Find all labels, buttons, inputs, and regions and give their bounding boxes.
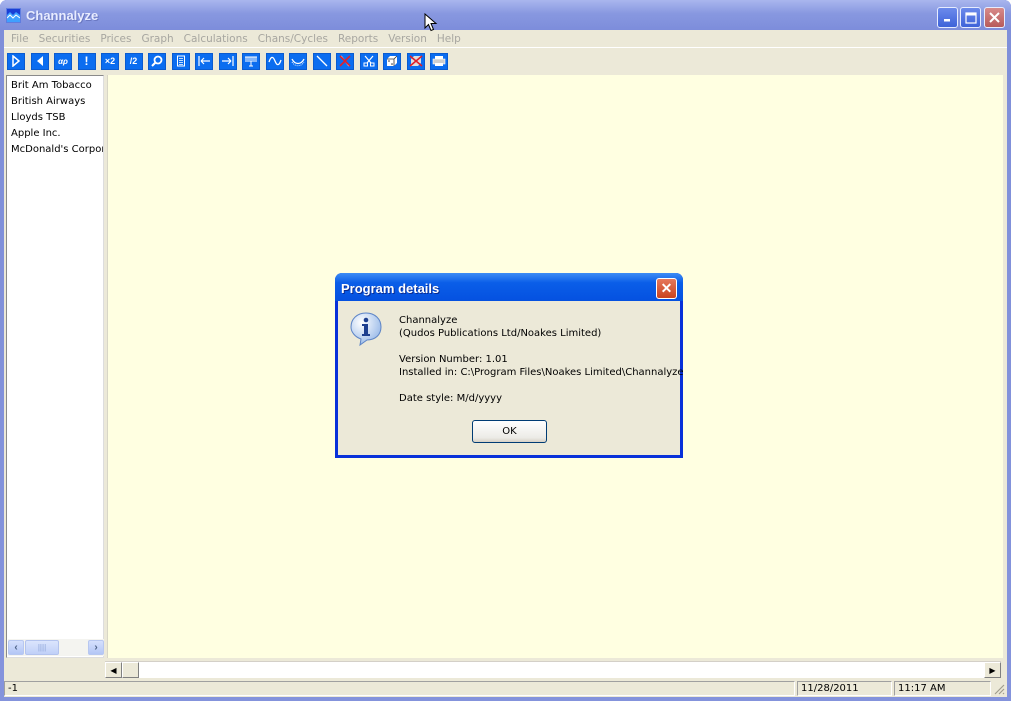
program-details-dialog: Program details ✕ Channalyze (Qudos Publ… [335,273,683,458]
chart-horizontal-scrollbar[interactable]: ◀ ▶ [105,661,1001,678]
zoom-button[interactable] [148,52,166,70]
dice-button[interactable] [383,52,401,70]
magnifier-icon [151,55,163,67]
divide-two-icon: /2 [129,56,138,66]
scroll-right-button[interactable]: ▶ [984,662,1001,678]
multiply-two-button[interactable]: ×2 [101,52,119,70]
install-path: Installed in: C:\Program Files\Noakes Li… [399,367,683,378]
version-number: Version Number: 1.01 [399,354,508,365]
comb-filter-button[interactable] [242,52,260,70]
print-button[interactable] [430,52,448,70]
dialog-message: Channalyze (Qudos Publications Ltd/Noake… [399,314,683,405]
curve-channel-icon [291,58,305,67]
toolbar: αρ ! ×2 /2 [4,50,1007,72]
menu-securities[interactable]: Securities [34,33,96,45]
menu-bar: File Securities Prices Graph Calculation… [4,30,1007,48]
arrow-left-icon: ◀ [110,665,117,675]
status-bar: -1 11/28/2011 11:17 AM [4,680,1007,697]
list-item[interactable]: British Airways [7,94,103,110]
app-window: Channalyze File Securities Prices Graph … [0,0,1011,701]
dialog-title-bar[interactable]: Program details ✕ [335,273,683,301]
scroll-track[interactable] [139,662,984,678]
status-value: -1 [4,681,795,696]
list-item[interactable]: Apple Inc. [7,126,103,142]
play-back-icon [36,56,43,66]
title-bar[interactable]: Channalyze [0,0,1011,30]
maximize-icon [964,11,977,24]
resize-grip-icon[interactable] [993,683,1005,695]
minimize-icon [944,19,950,22]
close-icon: ✕ [660,280,673,296]
menu-calculations[interactable]: Calculations [179,33,253,45]
go-start-button[interactable] [195,52,213,70]
dialog-body: Channalyze (Qudos Publications Ltd/Noake… [338,301,683,455]
alpha-rho-icon: αρ [58,56,68,66]
menu-prices[interactable]: Prices [95,33,136,45]
minimize-button[interactable] [937,7,958,28]
arrow-right-icon: ▶ [989,665,996,675]
go-start-icon [198,56,210,66]
alpha-rho-button[interactable]: αρ [54,52,72,70]
comb-filter-icon [245,56,257,67]
list-item[interactable]: Lloyds TSB [7,110,103,126]
scroll-track[interactable] [59,640,88,655]
dialog-close-button[interactable]: ✕ [656,278,677,299]
delete-dice-button[interactable] [406,52,425,70]
menu-file[interactable]: File [6,33,34,45]
status-time: 11:17 AM [894,681,991,696]
scissors-icon [363,55,374,67]
forward-button[interactable] [7,52,25,70]
app-name: Channalyze [399,315,458,326]
delete-line-button[interactable] [336,52,354,70]
menu-version[interactable]: Version [383,33,432,45]
trend-line-button[interactable] [312,52,331,70]
maximize-button[interactable] [960,7,981,28]
list-horizontal-scrollbar[interactable]: ‹ |||| › [8,639,104,656]
ok-button[interactable]: OK [472,420,547,443]
close-button[interactable] [984,7,1005,28]
window-title: Channalyze [26,8,99,23]
menu-reports[interactable]: Reports [333,33,383,45]
list-button[interactable] [171,52,190,70]
trend-line-icon [316,55,327,67]
play-forward-icon [12,55,21,67]
scroll-right-button[interactable]: › [88,640,104,655]
app-logo-icon [6,8,21,23]
chevron-right-icon: › [94,642,98,653]
exclamation-icon: ! [84,54,89,68]
dialog-title: Program details [341,281,440,296]
multiply-two-icon: ×2 [104,56,116,66]
close-icon [989,12,1000,23]
delete-dice-icon [408,55,423,67]
printer-icon [432,56,446,66]
go-end-icon [221,56,234,66]
list-item[interactable]: McDonald's Corpor. [7,142,103,158]
back-button[interactable] [30,52,49,70]
divide-two-button[interactable]: /2 [124,52,143,70]
chevron-left-icon: ‹ [14,642,18,653]
menu-chans-cycles[interactable]: Chans/Cycles [253,33,333,45]
curve-channel-button[interactable] [289,52,307,70]
delete-line-icon [339,55,351,67]
status-date: 11/28/2011 [797,681,892,696]
mouse-cursor-icon [424,13,438,32]
scroll-thumb[interactable] [122,662,139,678]
info-icon [350,312,382,347]
document-list-icon [176,55,185,67]
menu-help[interactable]: Help [432,33,466,45]
list-item[interactable]: Brit Am Tobacco [7,78,103,94]
go-end-button[interactable] [218,52,237,70]
scroll-left-button[interactable]: ‹ [8,640,24,655]
securities-list: Brit Am Tobacco British Airways Lloyds T… [6,75,104,658]
menu-graph[interactable]: Graph [136,33,178,45]
date-style: Date style: M/d/yyyy [399,393,502,404]
sine-wave-icon [267,56,282,66]
exclamation-button[interactable]: ! [77,52,96,70]
publisher: (Qudos Publications Ltd/Noakes Limited) [399,328,602,339]
sine-wave-button[interactable] [265,52,284,70]
dice-icon [387,55,398,66]
scroll-left-button[interactable]: ◀ [105,662,122,678]
cut-button[interactable] [359,52,378,70]
scroll-thumb[interactable]: |||| [25,640,59,655]
